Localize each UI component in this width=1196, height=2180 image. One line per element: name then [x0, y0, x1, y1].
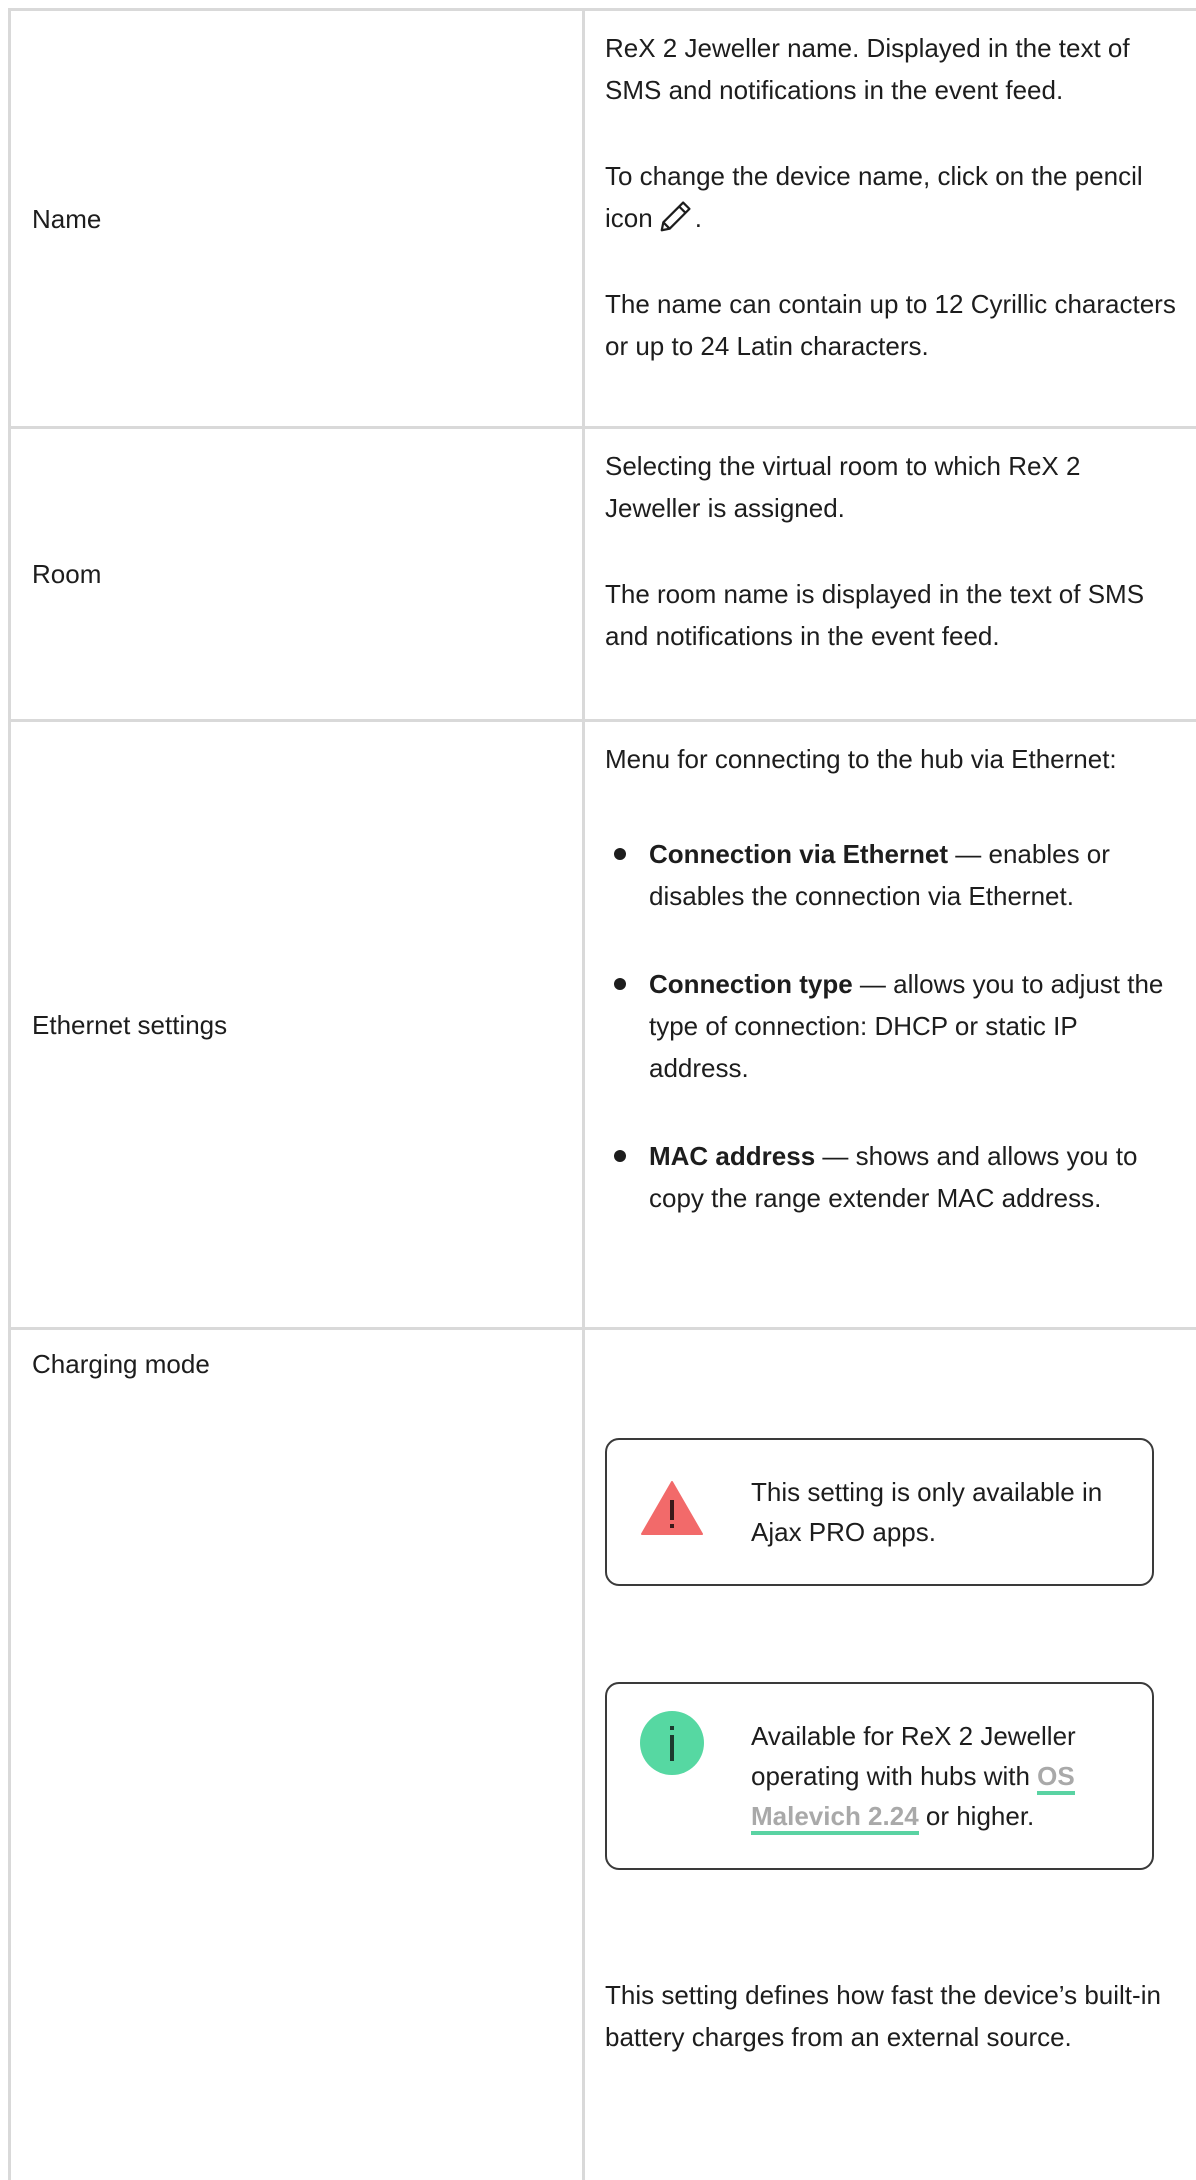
setting-description: ReX 2 Jeweller name. Displayed in the te…: [585, 11, 1196, 426]
description-paragraph: To change the device name, click on the …: [605, 155, 1179, 239]
setting-label: Name: [11, 11, 585, 426]
setting-description: This setting is only available in Ajax P…: [585, 1330, 1196, 2180]
setting-description: Selecting the virtual room to which ReX …: [585, 429, 1196, 719]
bullet-list: Connection via Ethernet — enables or dis…: [605, 833, 1179, 1219]
setting-label: Ethernet settings: [11, 722, 585, 1327]
description-paragraph: Menu for connecting to the hub via Ether…: [605, 744, 1117, 774]
description-text: .: [694, 203, 702, 233]
setting-description: Menu for connecting to the hub via Ether…: [585, 722, 1196, 1327]
bullet-term: MAC address: [649, 1141, 816, 1171]
description-paragraph: Selecting the virtual room to which ReX …: [605, 451, 1081, 523]
table-row-ethernet: Ethernet settings Menu for connecting to…: [11, 722, 1196, 1330]
setting-label: Room: [11, 429, 585, 719]
warning-text: This setting is only available in Ajax P…: [751, 1477, 1103, 1547]
table-row-name: Name ReX 2 Jeweller name. Displayed in t…: [11, 11, 1196, 429]
description-paragraph: ReX 2 Jeweller name. Displayed in the te…: [605, 33, 1130, 105]
info-text-before: Available for ReX 2 Jeweller operating w…: [751, 1721, 1076, 1791]
description-paragraph: The room name is displayed in the text o…: [605, 579, 1145, 651]
info-text: Available for ReX 2 Jeweller operating w…: [751, 1716, 1152, 1836]
info-circle-icon: [640, 1711, 704, 1775]
pencil-icon: [660, 201, 691, 232]
settings-table: Name ReX 2 Jeweller name. Displayed in t…: [8, 8, 1196, 2180]
description-paragraph: This setting defines how fast the device…: [605, 1980, 1161, 2052]
table-row-charging-mode: Charging mode This setting is only avail…: [11, 1330, 1196, 2180]
description-paragraph: The name can contain up to 12 Cyrillic c…: [605, 289, 1176, 361]
warning-notice: This setting is only available in Ajax P…: [605, 1438, 1154, 1586]
list-item: MAC address — shows and allows you to co…: [605, 1135, 1179, 1219]
list-item: Connection type — allows you to adjust t…: [605, 963, 1179, 1089]
bullet-term: Connection via Ethernet: [649, 839, 949, 869]
info-text-after: or higher.: [918, 1801, 1035, 1831]
setting-label: Charging mode: [11, 1330, 585, 2180]
info-notice: Available for ReX 2 Jeweller operating w…: [605, 1682, 1154, 1870]
table-row-room: Room Selecting the virtual room to which…: [11, 429, 1196, 722]
list-item: Connection via Ethernet — enables or dis…: [605, 833, 1179, 917]
bullet-term: Connection type: [649, 969, 853, 999]
warning-triangle-icon: [641, 1481, 703, 1535]
